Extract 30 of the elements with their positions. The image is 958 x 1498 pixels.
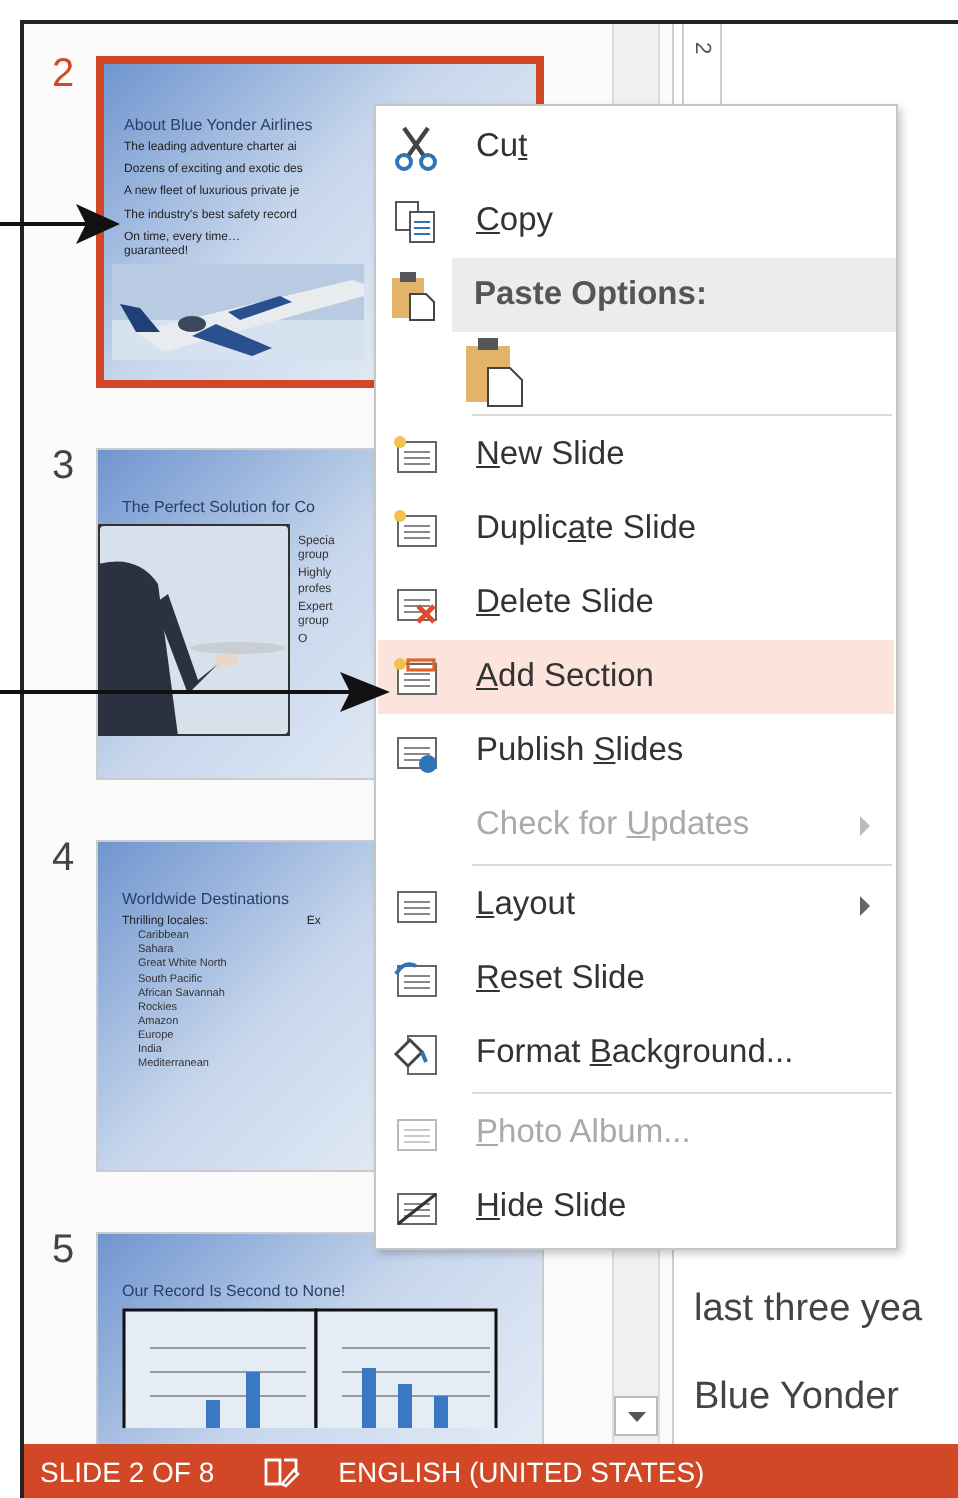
ruler-label: 2 — [690, 41, 714, 55]
slide-number: 4 — [50, 836, 77, 882]
slide-title: About Blue Yonder Airlines — [124, 116, 313, 134]
reset-icon — [392, 957, 440, 1001]
duplicate-icon — [392, 507, 440, 551]
paint-bucket-icon — [392, 1029, 440, 1077]
notes-text: Blue Yonder — [694, 1376, 901, 1420]
menu-section-header: Paste Options: — [452, 258, 896, 332]
slide-number: 3 — [50, 444, 77, 490]
notes-icon[interactable] — [262, 1455, 303, 1487]
clipboard-icon — [390, 269, 438, 321]
slide-number: 2 — [50, 52, 77, 98]
menu-item[interactable]: Add Section — [378, 640, 894, 714]
notes-text: last three yea — [694, 1288, 925, 1332]
slide-title: The Perfect Solution for Co — [122, 498, 315, 516]
new-slide-icon — [392, 433, 440, 477]
slide-thumbnail[interactable]: Our Record Is Second to None! — [96, 1232, 544, 1444]
slide-title: Worldwide Destinations — [122, 890, 289, 908]
copy-icon — [394, 199, 438, 243]
section-icon — [392, 655, 440, 699]
slide-counter: SLIDE 2 OF 8 — [40, 1455, 215, 1487]
callout-arrow — [0, 204, 120, 244]
slide-title: Our Record Is Second to None! — [122, 1282, 346, 1300]
scroll-down-button[interactable] — [614, 1396, 658, 1436]
clipboard-icon — [464, 336, 524, 408]
language-indicator[interactable]: ENGLISH (UNITED STATES) — [338, 1455, 705, 1487]
paste-button[interactable] — [464, 336, 524, 408]
slide-number: 5 — [50, 1228, 77, 1274]
scissors-icon — [392, 123, 440, 171]
caret-icon — [627, 1411, 645, 1421]
